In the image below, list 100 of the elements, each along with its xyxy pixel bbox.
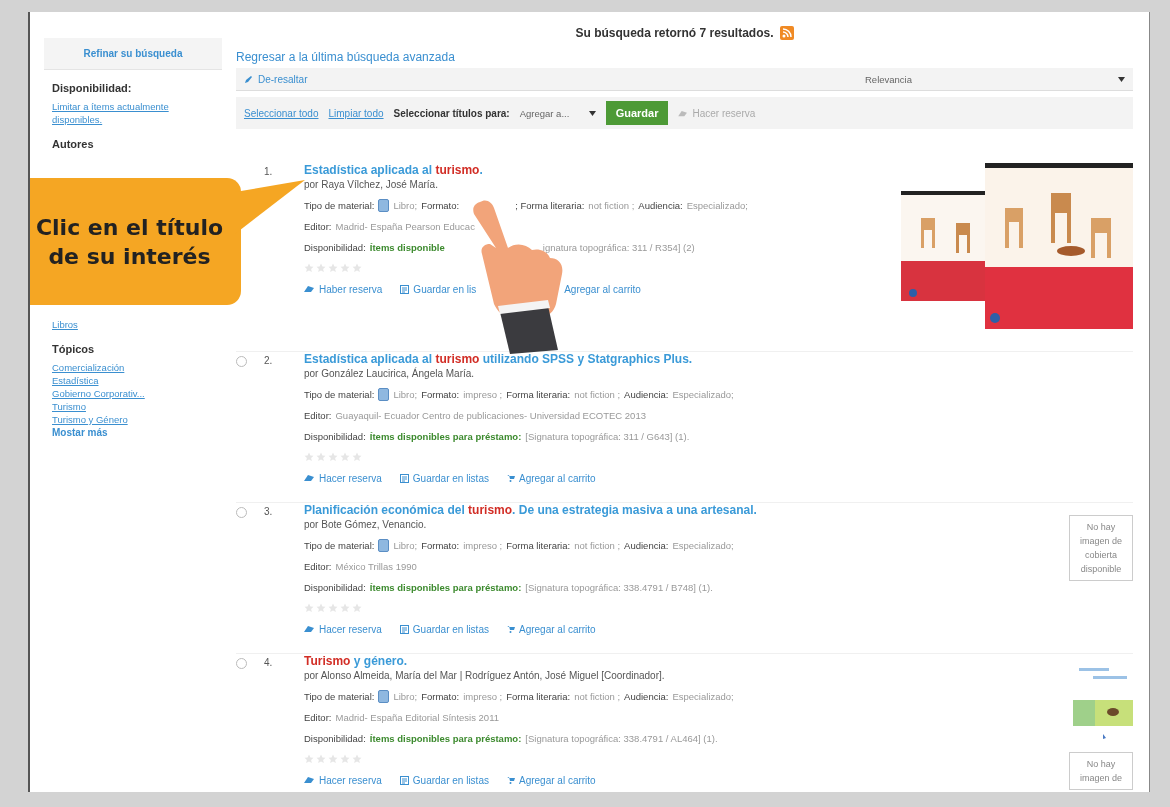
field-label: Formato: <box>421 389 460 400</box>
save-to-lists-link[interactable]: Guardar en listas <box>399 774 489 786</box>
facet-heading: Autores <box>52 138 95 150</box>
field-label: Audiencia: <box>638 200 683 211</box>
add-to-cart-link[interactable]: Agregar al carrito <box>506 472 596 484</box>
field-label: Editor: <box>304 221 332 232</box>
result-number: 2. <box>264 354 274 366</box>
field-value: not fiction ; <box>588 200 635 211</box>
callout-bubble: Clic en el título de su interés <box>30 178 241 305</box>
field-label: Formato: <box>421 200 460 211</box>
field-label: Forma literaria: <box>506 540 571 551</box>
no-cover-text: No hay imagen de <box>1080 759 1122 783</box>
field-label: Tipo de material: <box>304 200 375 211</box>
select-titles-label: Seleccionar títulos para: <box>393 107 510 119</box>
back-link[interactable]: Regresar a la última búsqueda avanzada <box>236 50 1133 64</box>
field-label: Tipo de material: <box>304 389 375 400</box>
result-author: por Alonso Almeida, María del Mar | Rodríguez Antón, José Miguel [Coordinador]. <box>304 670 666 681</box>
reserve-link[interactable]: Hacer reserva <box>304 774 382 786</box>
field-value: ignatura topográfica: 311 / R354] (2) <box>542 242 695 253</box>
result-title[interactable]: Turismo y género. <box>304 654 893 668</box>
availability-text: Ítems disponibles para préstamo: <box>369 431 522 442</box>
results-summary: Su búsqueda retornó 7 resultados. <box>575 26 774 40</box>
facet-link[interactable]: Limitar a ítems actualmente disponibles. <box>52 100 182 126</box>
field-label: Formato: <box>421 540 460 551</box>
reserve-link[interactable]: Haber reserva <box>304 283 383 295</box>
facet-heading: Tópicos <box>52 343 96 355</box>
field-value: impreso ; <box>463 691 503 702</box>
field-label: Audiencia: <box>624 691 669 702</box>
result-title[interactable]: Estadística aplicada al turismo. <box>304 163 893 177</box>
field-value: [Signatura topográfica: 311 / G643] (1). <box>525 431 690 442</box>
field-label: Disponibilidad: <box>304 242 366 253</box>
field-label: Tipo de material: <box>304 540 375 551</box>
field-value: not fiction ; <box>574 540 621 551</box>
field-label: ; Forma literaria: <box>515 200 585 211</box>
field-value: Libro; <box>393 200 418 211</box>
result-number: 1. <box>264 165 274 177</box>
save-button[interactable]: Guardar <box>605 101 669 125</box>
field-label: Audiencia: <box>624 540 669 551</box>
facet-link[interactable]: Estadística <box>52 374 99 387</box>
field-value: Libro; <box>393 540 418 551</box>
reserve-link[interactable]: Hacer reserva <box>304 623 382 635</box>
field-value: not fiction ; <box>574 691 621 702</box>
add-to-cart-link[interactable]: Agregar al carrito <box>506 774 596 786</box>
availability-text: Ítems disponibles para préstamo: <box>369 582 522 593</box>
facet-heading: Disponibilidad: <box>52 82 133 94</box>
availability-text: Ítems disponible <box>369 242 445 253</box>
field-label: Disponibilidad: <box>304 582 366 593</box>
field-label: Forma literaria: <box>506 691 571 702</box>
field-label: Formato: <box>421 691 460 702</box>
field-value: Madrid- España Editorial Síntesis 2011 <box>335 712 499 723</box>
field-value: not fiction ; <box>574 389 621 400</box>
field-label: Tipo de material: <box>304 691 375 702</box>
field-value: Libro; <box>393 691 418 702</box>
save-to-lists-link[interactable]: Guardar en listas <box>399 623 489 635</box>
reserve-link[interactable]: Hacer reserva <box>304 472 382 484</box>
field-label: Disponibilidad: <box>304 733 366 744</box>
field-value: Especializado; <box>672 691 734 702</box>
field-value: impreso ; <box>463 540 503 551</box>
result-title[interactable]: Estadística aplicada al turismo utilizando SPSS y Statgraphics Plus. <box>304 352 893 366</box>
facet-link[interactable]: Gobierno Corporativ... <box>52 387 145 400</box>
field-value: [Signatura topográfica: 338.4791 / B748] (1). <box>525 582 713 593</box>
result-author: por Bote Gómez, Venancio. <box>304 519 428 530</box>
field-label: Editor: <box>304 561 332 572</box>
save-to-lists-link[interactable]: Guardar en lis <box>400 283 477 295</box>
field-value: Especializado; <box>672 540 734 551</box>
availability-text: Ítems disponibles para préstamo: <box>369 733 522 744</box>
select-all-link[interactable]: Seleccionar todo <box>244 107 319 119</box>
field-value: Guayaquil- Ecuador Centro de publicaciones- Universidad ECOTEC 2013 <box>335 410 646 421</box>
field-label: Disponibilidad: <box>304 431 366 442</box>
facet-link[interactable]: Libros <box>52 318 78 331</box>
field-label: Editor: <box>304 712 332 723</box>
result-author: por Raya Vílchez, José María. <box>304 179 439 190</box>
field-value: Libro; <box>393 389 418 400</box>
field-label: Editor: <box>304 410 332 421</box>
unhighlight-link[interactable]: De-resaltar <box>244 73 308 85</box>
field-label: Forma literaria: <box>506 389 571 400</box>
field-value: Especializado; <box>672 389 734 400</box>
show-more-link[interactable]: Mostar más <box>52 426 108 439</box>
field-value: México Trillas 1990 <box>335 561 417 572</box>
add-to-cart-link[interactable]: Agregar al carrito <box>506 623 596 635</box>
save-to-lists-link[interactable]: Guardar en listas <box>399 472 489 484</box>
field-value: Madrid- España Pearson Educac <box>335 221 475 232</box>
facet-link[interactable]: Comercialización <box>52 361 125 374</box>
field-value: [Signatura topográfica: 338.4791 / AL464] (1). <box>525 733 718 744</box>
sidebar-title: Refinar su búsqueda <box>44 38 222 70</box>
add-to-select[interactable]: Agregar a... <box>519 105 596 121</box>
result-author: por González Laucirica, Ángela María. <box>304 368 476 379</box>
field-label: Audiencia: <box>624 389 669 400</box>
field-value: Especializado; <box>686 200 748 211</box>
facet-link[interactable]: Turismo <box>52 400 86 413</box>
result-number: 3. <box>264 505 274 517</box>
result-title[interactable]: Planificación económica del turismo. De una estrategia masiva a una artesanal. <box>304 503 893 517</box>
clear-all-link[interactable]: Limpiar todo <box>328 107 384 119</box>
sort-select[interactable]: Relevancia <box>865 71 1125 87</box>
no-cover-text: No hay imagen de cobierta disponible <box>1080 522 1122 574</box>
result-number: 4. <box>264 656 274 668</box>
reserve-button[interactable]: Hacer reserva <box>678 107 756 119</box>
field-value: impreso ; <box>463 389 503 400</box>
add-to-cart-link[interactable]: Agregar al carrito <box>564 283 641 295</box>
facet-link[interactable]: Turismo y Género <box>52 413 128 426</box>
